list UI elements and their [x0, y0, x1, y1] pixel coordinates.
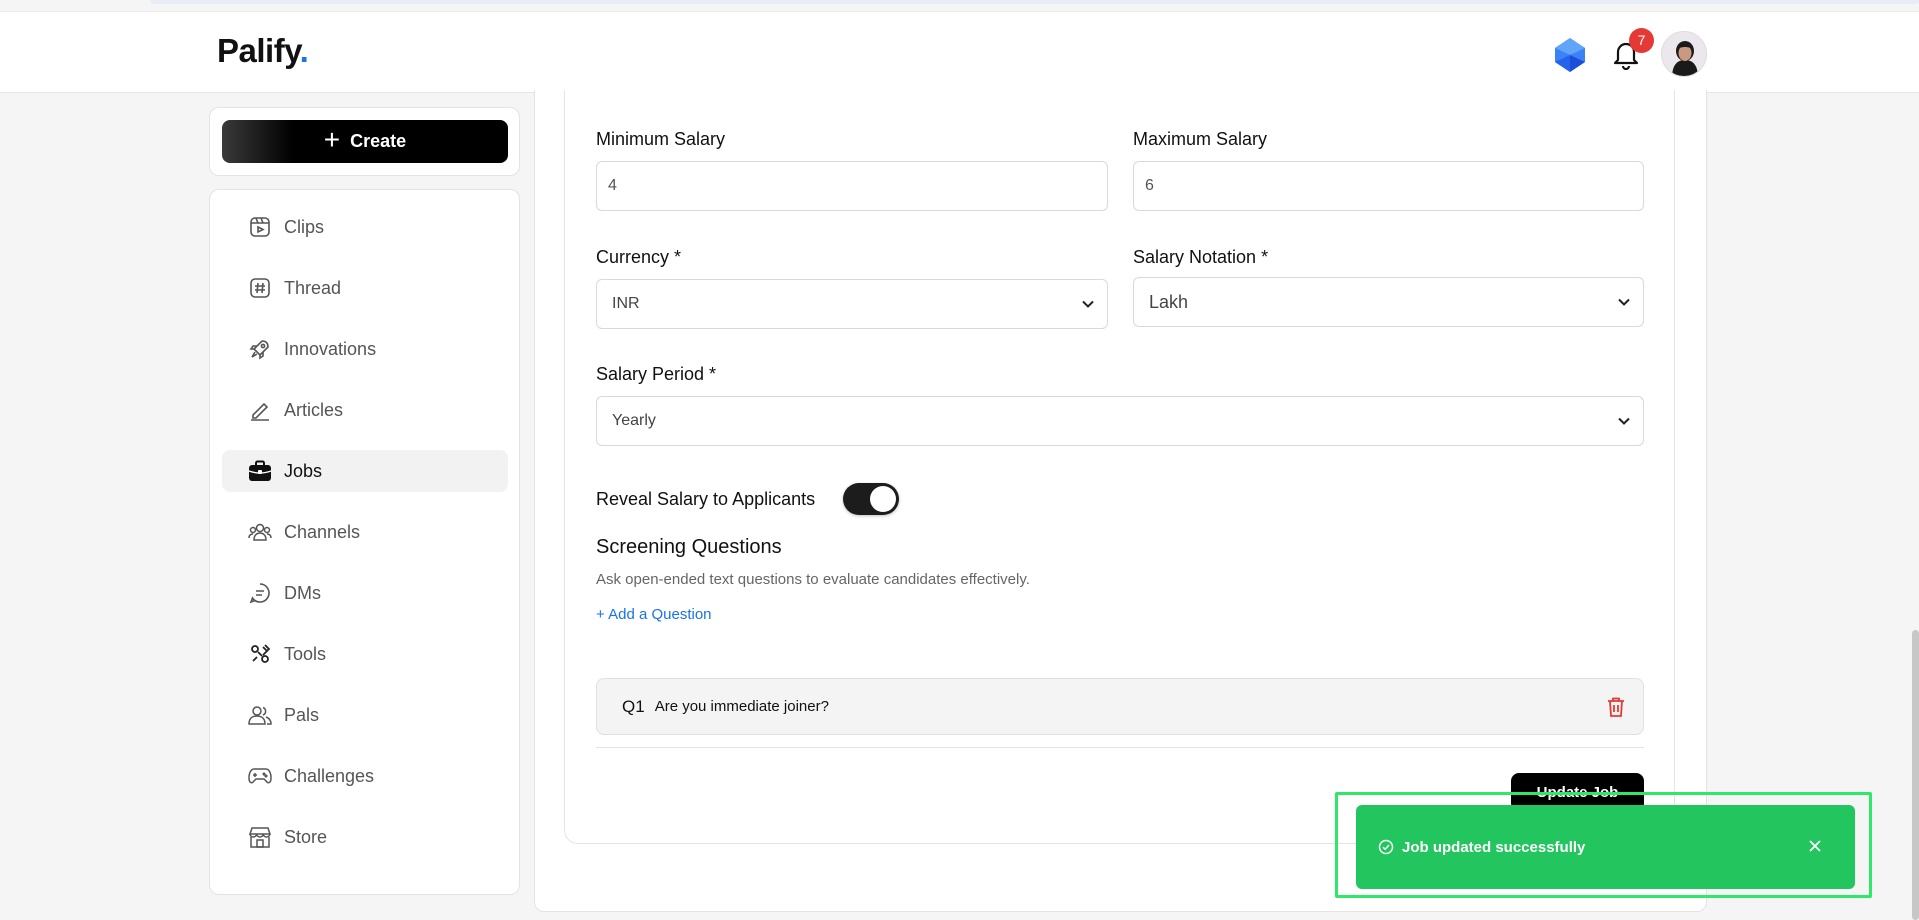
chevron-down-icon: [1082, 300, 1094, 308]
toggle-knob: [870, 486, 896, 512]
sidebar-item-jobs[interactable]: Jobs: [222, 450, 508, 492]
briefcase-icon: [248, 459, 272, 483]
logo[interactable]: Palify.: [217, 32, 309, 70]
salary-notation-label: Salary Notation *: [1133, 247, 1269, 267]
sidebar-item-thread[interactable]: Thread: [222, 267, 508, 309]
currency-label: Currency *: [596, 247, 682, 267]
rocket-icon: [248, 337, 272, 361]
salary-period-label: Salary Period *: [596, 364, 717, 384]
pen-icon: [248, 398, 272, 422]
create-card: + Create: [209, 107, 520, 176]
notification-badge: 7: [1629, 28, 1654, 53]
sidebar-item-dms[interactable]: DMs: [222, 572, 508, 614]
salary-period-select[interactable]: Yearly: [596, 396, 1644, 446]
max-salary-label: Maximum Salary: [1133, 129, 1268, 149]
chevron-down-icon: [1618, 417, 1630, 425]
page-scrollbar[interactable]: [1912, 630, 1919, 920]
sidebar-item-clips[interactable]: Clips: [222, 206, 508, 248]
close-icon[interactable]: [1807, 838, 1823, 854]
question-text: Are you immediate joiner?: [654, 698, 829, 715]
clips-icon: [248, 215, 272, 239]
hash-icon: [248, 276, 272, 300]
check-circle-icon: [1378, 839, 1394, 855]
min-salary-input[interactable]: 4: [596, 161, 1108, 211]
min-salary-label: Minimum Salary: [596, 129, 726, 149]
success-toast: Job updated successfully: [1356, 805, 1855, 889]
sidebar-item-innovations[interactable]: Innovations: [222, 328, 508, 370]
screening-title: Screening Questions: [596, 536, 782, 558]
app-header: Palify. 7: [0, 11, 1919, 93]
users-icon: [248, 703, 272, 727]
people-icon: [248, 520, 272, 544]
question-number: Q1: [622, 696, 645, 716]
question-item: Q1 Are you immediate joiner?: [596, 678, 1644, 735]
sidebar-nav: Clips Thread Innovations Articles Jobs C…: [209, 189, 520, 895]
top-strip: [150, 0, 1919, 4]
sidebar-item-articles[interactable]: Articles: [222, 389, 508, 431]
tools-icon: [248, 642, 272, 666]
reveal-salary-label: Reveal Salary to Applicants: [596, 489, 816, 509]
currency-select[interactable]: INR: [596, 279, 1108, 329]
toast-message: Job updated successfully: [1402, 838, 1586, 856]
max-salary-input[interactable]: 6: [1133, 161, 1644, 211]
plus-icon: +: [323, 124, 341, 155]
reveal-salary-toggle[interactable]: [843, 483, 899, 515]
chevron-down-icon: [1618, 298, 1630, 306]
avatar[interactable]: [1661, 31, 1707, 77]
divider: [596, 747, 1644, 748]
gem-icon[interactable]: [1554, 37, 1586, 73]
sidebar-item-tools[interactable]: Tools: [222, 633, 508, 675]
gamepad-icon: [248, 764, 272, 788]
store-icon: [248, 825, 272, 849]
sidebar-item-challenges[interactable]: Challenges: [222, 755, 508, 797]
create-button[interactable]: + Create: [222, 120, 508, 163]
sidebar-item-channels[interactable]: Channels: [222, 511, 508, 553]
salary-notation-select[interactable]: Lakh: [1133, 277, 1644, 327]
trash-icon[interactable]: [1606, 696, 1626, 718]
add-question-link[interactable]: + Add a Question: [596, 606, 712, 623]
sidebar-item-pals[interactable]: Pals: [222, 694, 508, 736]
chat-icon: [248, 581, 272, 605]
sidebar-item-store[interactable]: Store: [222, 816, 508, 858]
screening-subtitle: Ask open-ended text questions to evaluat…: [596, 571, 1030, 588]
